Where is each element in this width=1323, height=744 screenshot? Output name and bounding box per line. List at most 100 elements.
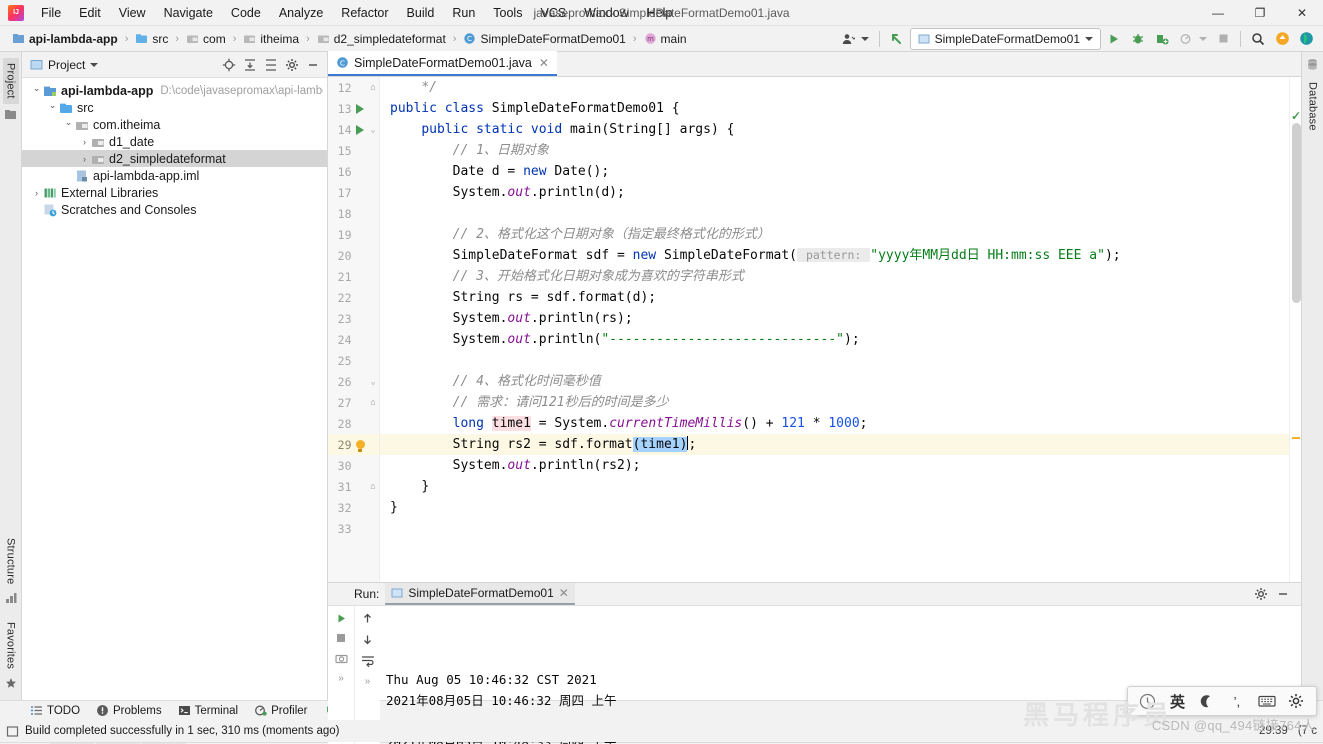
collapse-all-icon[interactable] bbox=[261, 55, 281, 75]
menu-item-file[interactable]: File bbox=[32, 3, 70, 23]
menu-item-code[interactable]: Code bbox=[222, 3, 270, 23]
code-line-22[interactable]: String rs = sdf.format(d); bbox=[390, 287, 1289, 308]
gutter-line-26[interactable]: 26 ⌄ bbox=[328, 371, 379, 392]
code-line-16[interactable]: Date d = new Date(); bbox=[390, 161, 1289, 182]
tree-twisty-icon[interactable]: › bbox=[78, 137, 91, 147]
menu-item-refactor[interactable]: Refactor bbox=[332, 3, 397, 23]
update-project-icon[interactable] bbox=[1271, 28, 1293, 50]
run-icon[interactable] bbox=[1103, 28, 1125, 50]
editor-marker-panel[interactable]: ✓ bbox=[1289, 77, 1301, 582]
expand-all-icon[interactable] bbox=[240, 55, 260, 75]
tree-twisty-icon[interactable]: ⌄ bbox=[62, 117, 75, 132]
run-coverage-icon[interactable] bbox=[1151, 28, 1173, 50]
settings-gear-icon[interactable] bbox=[282, 55, 302, 75]
gutter-line-13[interactable]: 13 bbox=[328, 98, 379, 119]
maximize-button[interactable]: ❐ bbox=[1239, 0, 1281, 26]
menu-item-edit[interactable]: Edit bbox=[70, 3, 110, 23]
tree-node-com-itheima[interactable]: ⌄ com.itheima bbox=[22, 116, 327, 133]
sidebar-item-structure[interactable]: Structure bbox=[3, 533, 19, 589]
gutter-line-27[interactable]: 27 ⌂ bbox=[328, 392, 379, 413]
breadcrumb-item-itheima[interactable]: itheima bbox=[239, 30, 303, 48]
gutter-line-16[interactable]: 16 bbox=[328, 161, 379, 182]
tab-simpledateformatdemo01[interactable]: C SimpleDateFormatDemo01.java ✕ bbox=[328, 51, 557, 76]
tool-window-profiler[interactable]: Profiler bbox=[246, 702, 315, 719]
more-icon[interactable]: » bbox=[358, 672, 378, 690]
search-icon[interactable] bbox=[1247, 28, 1269, 50]
locate-icon[interactable] bbox=[219, 55, 239, 75]
user-icon[interactable] bbox=[837, 28, 859, 50]
code-line-24[interactable]: System.out.println("--------------------… bbox=[390, 329, 1289, 350]
rerun-icon[interactable] bbox=[331, 609, 351, 627]
menu-item-run[interactable]: Run bbox=[443, 3, 484, 23]
gutter-line-33[interactable]: 33 bbox=[328, 518, 379, 539]
breadcrumb-item-api-lambda-app[interactable]: api-lambda-app bbox=[8, 30, 122, 48]
run-configuration-selector[interactable]: SimpleDateFormatDemo01 bbox=[909, 27, 1101, 50]
gutter-line-17[interactable]: 17 bbox=[328, 182, 379, 203]
code-line-27[interactable]: // 需求：请问121秒后的时间是多少 bbox=[390, 392, 1289, 413]
minimize-icon[interactable] bbox=[1273, 584, 1293, 604]
breadcrumb-item-simpledateformatdemo01[interactable]: C SimpleDateFormatDemo01 bbox=[459, 30, 629, 48]
up-arrow-icon[interactable] bbox=[358, 609, 378, 627]
code-line-17[interactable]: System.out.println(d); bbox=[390, 182, 1289, 203]
more-icon[interactable]: » bbox=[331, 669, 351, 687]
run-gutter-icon[interactable] bbox=[354, 124, 368, 135]
tool-window-todo[interactable]: TODO bbox=[22, 702, 88, 719]
down-arrow-icon[interactable] bbox=[358, 630, 378, 648]
close-button[interactable]: ✕ bbox=[1281, 0, 1323, 26]
code-line-19[interactable]: // 2、格式化这个日期对象（指定最终格式化的形式） bbox=[390, 224, 1289, 245]
tree-node-d1-date[interactable]: › d1_date bbox=[22, 133, 327, 150]
tree-node-d2-simpledateformat[interactable]: › d2_simpledateformat bbox=[22, 150, 327, 167]
gutter-line-20[interactable]: 20 bbox=[328, 245, 379, 266]
gear-icon[interactable] bbox=[1282, 693, 1310, 709]
code-line-29[interactable]: String rs2 = sdf.format(time1); bbox=[380, 434, 1289, 455]
breadcrumb-item-main[interactable]: m main bbox=[640, 30, 691, 48]
menu-item-analyze[interactable]: Analyze bbox=[270, 3, 332, 23]
menu-item-window[interactable]: Window bbox=[575, 3, 637, 23]
gutter-line-14[interactable]: 14 ⌄ bbox=[328, 119, 379, 140]
tree-twisty-icon[interactable]: ⌄ bbox=[30, 83, 43, 98]
close-icon[interactable]: ✕ bbox=[539, 56, 549, 70]
tree-node-scratches-and-consoles[interactable]: Scratches and Consoles bbox=[22, 201, 327, 218]
tree-twisty-icon[interactable]: › bbox=[78, 154, 91, 164]
code-line-12[interactable]: */ bbox=[390, 77, 1289, 98]
code-line-23[interactable]: System.out.println(rs); bbox=[390, 308, 1289, 329]
code-line-21[interactable]: // 3、开始格式化日期对象成为喜欢的字符串形式 bbox=[390, 266, 1289, 287]
gutter-line-31[interactable]: 31 ⌂ bbox=[328, 476, 379, 497]
debug-icon[interactable] bbox=[1127, 28, 1149, 50]
back-arrow-icon[interactable] bbox=[886, 28, 908, 50]
code-fold-icon[interactable]: ⌄ bbox=[367, 125, 379, 135]
code-fold-icon[interactable]: ⌂ bbox=[367, 83, 379, 93]
code-line-18[interactable] bbox=[390, 203, 1289, 224]
code-line-26[interactable]: // 4、格式化时间毫秒值 bbox=[390, 371, 1289, 392]
user-dropdown-icon[interactable] bbox=[860, 36, 869, 41]
gutter-line-25[interactable]: 25 bbox=[328, 350, 379, 371]
moon-icon[interactable] bbox=[1193, 694, 1221, 709]
code-content[interactable]: */public class SimpleDateFormatDemo01 { … bbox=[380, 77, 1289, 582]
stop-icon[interactable] bbox=[1212, 28, 1234, 50]
code-line-14[interactable]: public static void main(String[] args) { bbox=[390, 119, 1289, 140]
menu-item-vcs[interactable]: VCS bbox=[531, 3, 575, 23]
editor-gutter[interactable]: 12 ⌂ 13 14 ⌄ 15 16 17 18 19 20 21 22 23 24 25 26 ⌄ 27 ⌂ 28 29… bbox=[328, 77, 380, 582]
breadcrumb-item-com[interactable]: com bbox=[182, 30, 230, 48]
run-tab[interactable]: SimpleDateFormatDemo01 ✕ bbox=[385, 583, 575, 605]
sidebar-item-favorites[interactable]: Favorites bbox=[3, 617, 19, 674]
gutter-line-21[interactable]: 21 bbox=[328, 266, 379, 287]
tree-node-api-lambda-app[interactable]: ⌄ api-lambda-app D:\code\javasepromax\api-… bbox=[22, 82, 327, 99]
code-line-33[interactable] bbox=[390, 518, 1289, 539]
punctuation-icon[interactable]: ’, bbox=[1223, 694, 1251, 709]
close-icon[interactable]: ✕ bbox=[559, 586, 569, 600]
sidebar-item-database[interactable]: Database bbox=[1305, 77, 1321, 136]
code-fold-icon[interactable]: ⌄ bbox=[367, 377, 379, 387]
gutter-line-24[interactable]: 24 bbox=[328, 329, 379, 350]
gutter-line-19[interactable]: 19 bbox=[328, 224, 379, 245]
code-line-25[interactable] bbox=[390, 350, 1289, 371]
gutter-line-15[interactable]: 15 bbox=[328, 140, 379, 161]
breadcrumb-item-d2-simpledateformat[interactable]: d2_simpledateformat bbox=[313, 30, 450, 48]
profile-dropdown-icon[interactable] bbox=[1199, 36, 1207, 41]
event-log-icon[interactable] bbox=[6, 725, 19, 738]
gutter-line-32[interactable]: 32 bbox=[328, 497, 379, 518]
code-fold-icon[interactable]: ⌂ bbox=[367, 398, 379, 408]
ide-icon[interactable] bbox=[1295, 28, 1317, 50]
tree-twisty-icon[interactable]: ⌄ bbox=[46, 100, 59, 115]
code-line-15[interactable]: // 1、日期对象 bbox=[390, 140, 1289, 161]
